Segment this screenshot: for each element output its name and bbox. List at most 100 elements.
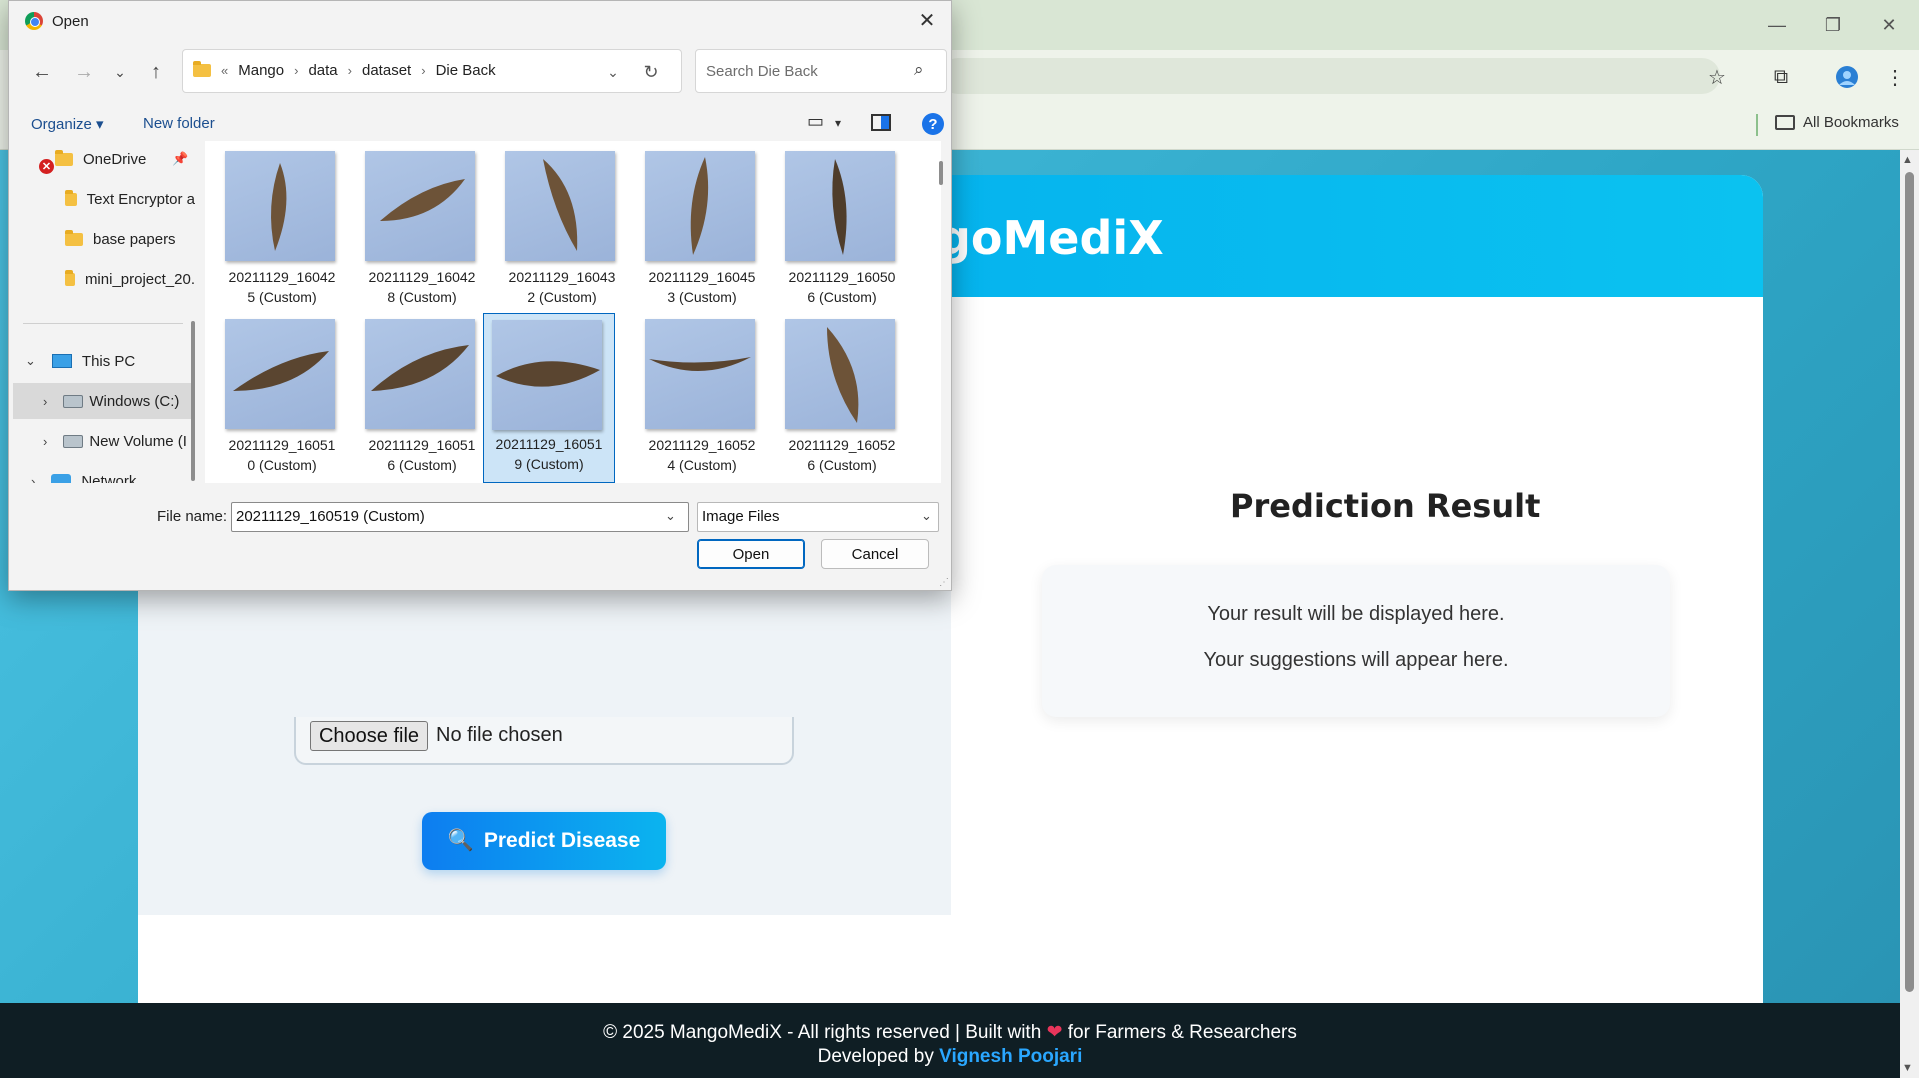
chevron-right-icon[interactable]: › xyxy=(43,434,47,449)
view-dropdown-icon[interactable]: ▾ xyxy=(835,116,841,130)
extensions-icon[interactable]: ⧉ xyxy=(1766,62,1796,92)
resize-grip-icon[interactable]: ⋰ xyxy=(939,577,949,588)
up-arrow-icon[interactable]: ↑ xyxy=(141,57,171,87)
address-bar[interactable] xyxy=(940,58,1720,94)
path-dropdown-icon[interactable]: ⌄ xyxy=(601,60,625,84)
folder-icon xyxy=(1775,115,1795,130)
nav-item-text-encryptor[interactable]: Text Encryptor a xyxy=(9,181,195,217)
refresh-icon[interactable]: ↻ xyxy=(639,60,663,84)
drive-icon xyxy=(63,394,84,408)
nav-item-base-papers[interactable]: base papers xyxy=(9,221,195,257)
chrome-logo-icon xyxy=(25,12,43,30)
recent-locations-chevron-icon[interactable]: ⌄ xyxy=(105,57,135,87)
predict-disease-button[interactable]: 🔍 Predict Disease xyxy=(422,812,666,870)
open-button[interactable]: Open xyxy=(697,539,805,569)
back-arrow-icon[interactable]: ← xyxy=(27,57,57,87)
help-icon[interactable]: ? xyxy=(922,113,944,135)
image-thumbnail xyxy=(225,319,335,429)
result-text: Your result will be displayed here. xyxy=(1207,603,1505,625)
image-thumbnail xyxy=(645,319,755,429)
nav-item-new-volume[interactable]: › New Volume (I xyxy=(9,423,195,459)
chevron-down-icon[interactable]: ⌄ xyxy=(921,508,932,524)
view-options-icon[interactable]: ▭ xyxy=(807,111,824,132)
chevron-right-icon[interactable]: › xyxy=(31,474,35,484)
file-tile[interactable]: 20211129_16042 8 (Custom) xyxy=(345,147,475,315)
organize-menu[interactable]: Organize ▾ xyxy=(31,115,104,133)
suggestion-text: Your suggestions will appear here. xyxy=(1203,649,1509,671)
crumb-data[interactable]: data xyxy=(308,62,337,79)
predict-button-label: Predict Disease xyxy=(483,829,641,852)
path-overflow[interactable]: « xyxy=(221,63,228,78)
bookmark-star-icon[interactable]: ☆ xyxy=(1702,62,1732,92)
file-tile-selected[interactable]: 20211129_16051 9 (Custom) xyxy=(483,313,615,483)
search-box[interactable]: Search Die Back ⌕ xyxy=(695,49,947,93)
footer-copyright-text: © 2025 MangoMediX - All rights reserved … xyxy=(603,1022,1042,1043)
crumb-die-back[interactable]: Die Back xyxy=(436,62,496,79)
chevron-right-icon[interactable]: › xyxy=(43,394,47,409)
file-tile[interactable]: 20211129_16042 5 (Custom) xyxy=(205,147,335,315)
image-thumbnail xyxy=(492,320,602,430)
restore-button[interactable]: ❐ xyxy=(1810,10,1856,40)
cancel-button[interactable]: Cancel xyxy=(821,539,929,569)
dialog-title: Open xyxy=(52,12,89,30)
image-thumbnail xyxy=(365,319,475,429)
file-status-text: No file chosen xyxy=(436,724,563,746)
navigation-pane[interactable]: OneDrive 📌 ✕ Text Encryptor a base paper… xyxy=(9,141,195,483)
file-tile[interactable]: 20211129_16051 0 (Custom) xyxy=(205,315,335,483)
file-name: 20211129_16050 6 (Custom) xyxy=(788,269,896,305)
close-window-button[interactable]: ✕ xyxy=(1866,10,1912,40)
nav-label: mini_project_20. xyxy=(84,270,195,288)
chevron-down-icon[interactable]: ⌄ xyxy=(25,353,36,369)
nav-scroll-thumb[interactable] xyxy=(191,321,195,481)
path-breadcrumb[interactable]: « Mango › data › dataset › Die Back ⌄ ↻ xyxy=(182,49,682,93)
all-bookmarks-button[interactable]: All Bookmarks xyxy=(1775,114,1899,131)
search-icon: ⌕ xyxy=(914,60,924,79)
crumb-dataset[interactable]: dataset xyxy=(362,62,411,79)
file-name-input[interactable]: 20211129_160519 (Custom) xyxy=(231,502,689,532)
developer-link[interactable]: Vignesh Poojari xyxy=(939,1046,1082,1067)
file-name: 20211129_16051 0 (Custom) xyxy=(228,437,336,473)
nav-item-onedrive[interactable]: OneDrive 📌 xyxy=(9,141,195,177)
nav-item-this-pc[interactable]: ⌄ This PC xyxy=(9,343,195,379)
pc-icon xyxy=(51,354,72,368)
file-name: 20211129_16052 6 (Custom) xyxy=(788,437,896,473)
file-tile[interactable]: 20211129_16051 6 (Custom) xyxy=(345,315,475,483)
file-name: 20211129_16042 8 (Custom) xyxy=(368,269,476,305)
menu-kebab-icon[interactable]: ⋮ xyxy=(1880,62,1910,92)
files-scroll-thumb[interactable] xyxy=(939,161,943,185)
file-name: 20211129_16042 5 (Custom) xyxy=(228,269,336,305)
nav-item-network[interactable]: › Network xyxy=(9,463,195,483)
nav-item-windows-c[interactable]: › Windows (C:) xyxy=(13,383,191,419)
file-list[interactable]: 20211129_16042 5 (Custom) 20211129_16042 8… xyxy=(205,141,941,483)
profile-avatar[interactable] xyxy=(1832,62,1862,92)
crumb-mango[interactable]: Mango xyxy=(238,62,284,79)
file-name: 20211129_16051 6 (Custom) xyxy=(368,437,476,473)
search-placeholder: Search Die Back xyxy=(706,63,818,80)
chevron-down-icon[interactable]: ⌄ xyxy=(665,508,676,524)
nav-label: Text Encryptor a xyxy=(86,190,195,208)
chevron-right-icon: › xyxy=(421,63,426,78)
file-tile[interactable]: 20211129_16052 6 (Custom) xyxy=(765,315,895,483)
nav-label: New Volume (I xyxy=(89,432,187,450)
scroll-down-icon[interactable]: ▼ xyxy=(1902,1062,1913,1074)
file-tile[interactable]: 20211129_16052 4 (Custom) xyxy=(625,315,755,483)
minimize-button[interactable]: — xyxy=(1754,10,1800,40)
nav-label: Network xyxy=(81,472,137,484)
new-folder-button[interactable]: New folder xyxy=(143,115,215,132)
file-tile[interactable]: 20211129_16045 3 (Custom) xyxy=(625,147,755,315)
nav-item-mini-project[interactable]: mini_project_20. xyxy=(9,261,195,297)
scroll-up-icon[interactable]: ▲ xyxy=(1902,154,1913,166)
nav-label: Windows (C:) xyxy=(89,392,180,410)
drive-icon xyxy=(63,434,84,448)
folder-icon xyxy=(65,229,83,246)
preview-pane-icon[interactable] xyxy=(871,114,891,131)
folder-icon xyxy=(65,269,75,286)
forward-arrow-icon[interactable]: → xyxy=(69,57,99,87)
dialog-close-button[interactable]: ✕ xyxy=(913,7,941,33)
file-tile[interactable]: 20211129_16050 6 (Custom) xyxy=(765,147,895,315)
footer-audience-text: for Farmers & Researchers xyxy=(1067,1022,1297,1043)
choose-file-button[interactable]: Choose file xyxy=(310,721,428,751)
file-tile[interactable]: 20211129_16043 2 (Custom) xyxy=(485,147,615,315)
page-scroll-thumb[interactable] xyxy=(1905,172,1914,992)
file-type-select[interactable]: Image Files xyxy=(697,502,939,532)
